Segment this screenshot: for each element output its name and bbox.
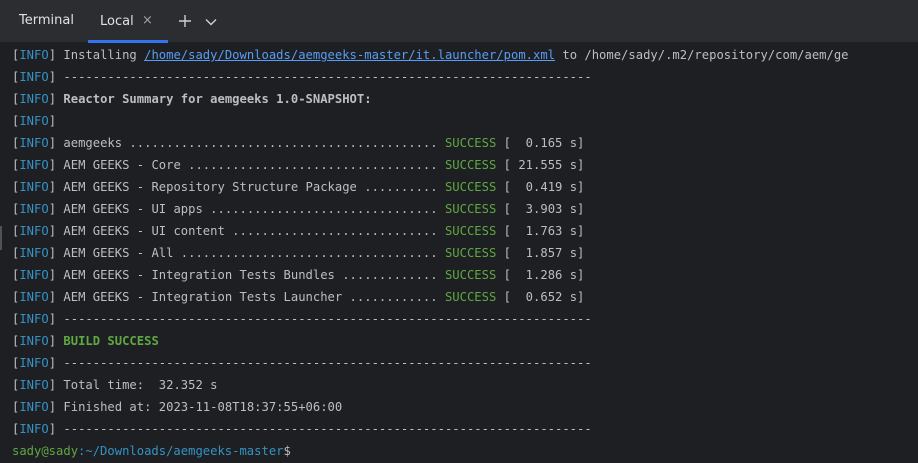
- info-tag: INFO: [19, 136, 49, 150]
- chevron-down-icon[interactable]: [201, 12, 221, 32]
- module-line: [INFO] AEM GEEKS - Repository Structure …: [12, 180, 585, 194]
- info-tag: INFO: [19, 290, 49, 304]
- module-time: [ 0.652 s]: [503, 290, 585, 304]
- module-line: [INFO] AEM GEEKS - Core ................…: [12, 158, 585, 172]
- info-tag: INFO: [19, 114, 49, 128]
- module-time: [ 3.903 s]: [503, 202, 585, 216]
- log-line-separator: [INFO] ---------------------------------…: [12, 312, 592, 326]
- module-name: aemgeeks ...............................…: [63, 136, 438, 150]
- module-name: AEM GEEKS - UI apps ....................…: [63, 202, 438, 216]
- info-tag: INFO: [19, 312, 49, 326]
- installing-destination: to /home/sady/.m2/repository/com/aem/ge: [555, 48, 849, 62]
- module-time: [ 0.165 s]: [503, 136, 585, 150]
- module-time: [ 21.555 s]: [503, 158, 585, 172]
- prompt-symbol: $: [283, 444, 291, 458]
- prompt-user-host: sady@sady: [12, 444, 79, 458]
- module-status: SUCCESS: [444, 202, 497, 216]
- module-status: SUCCESS: [444, 136, 497, 150]
- module-line: [INFO] AEM GEEKS - UI content ..........…: [12, 224, 585, 238]
- info-tag: INFO: [19, 268, 49, 282]
- module-time: [ 1.857 s]: [503, 246, 585, 260]
- info-tag: INFO: [19, 92, 49, 106]
- terminal-output[interactable]: [INFO] Installing /home/sady/Downloads/a…: [0, 44, 918, 463]
- separator-text: ----------------------------------------…: [63, 422, 592, 436]
- info-tag: INFO: [19, 158, 49, 172]
- close-icon[interactable]: ×: [142, 14, 153, 28]
- tool-window-header: Terminal Local ×: [0, 0, 918, 43]
- module-status: SUCCESS: [444, 246, 497, 260]
- module-name: AEM GEEKS - Integration Tests Launcher .…: [63, 290, 438, 304]
- info-tag: INFO: [19, 356, 49, 370]
- module-name: AEM GEEKS - Repository Structure Package…: [63, 180, 438, 194]
- installing-text: Installing: [63, 48, 145, 62]
- module-line: [INFO] AEM GEEKS - All .................…: [12, 246, 585, 260]
- module-time: [ 0.419 s]: [503, 180, 585, 194]
- module-line: [INFO] AEM GEEKS - Integration Tests Bun…: [12, 268, 585, 282]
- log-line-separator: [INFO] ---------------------------------…: [12, 422, 592, 436]
- module-time: [ 1.286 s]: [503, 268, 585, 282]
- log-line-build-result: [INFO] BUILD SUCCESS: [12, 334, 159, 348]
- module-status: SUCCESS: [444, 290, 497, 304]
- module-line: [INFO] aemgeeks ........................…: [12, 136, 585, 150]
- module-status: SUCCESS: [444, 224, 497, 238]
- log-line-installing: [INFO] Installing /home/sady/Downloads/a…: [12, 48, 849, 62]
- log-line-empty: [INFO]: [12, 114, 57, 128]
- reactor-summary-title: Reactor Summary for aemgeeks 1.0-SNAPSHO…: [63, 92, 372, 106]
- log-line-reactor-summary: [INFO] Reactor Summary for aemgeeks 1.0-…: [12, 92, 372, 106]
- log-line-total-time: [INFO] Total time: 32.352 s: [12, 378, 218, 392]
- finished-at: Finished at: 2023-11-08T18:37:55+06:00: [63, 400, 343, 414]
- build-result: BUILD SUCCESS: [63, 334, 159, 348]
- text-cursor: [291, 445, 298, 459]
- info-tag: INFO: [19, 202, 49, 216]
- tab-label: Local: [100, 14, 134, 29]
- module-status: SUCCESS: [444, 180, 497, 194]
- tool-window-title: Terminal: [19, 13, 74, 28]
- info-tag: INFO: [19, 246, 49, 260]
- log-line-separator: [INFO] ---------------------------------…: [12, 70, 592, 84]
- total-time: Total time: 32.352 s: [63, 378, 218, 392]
- module-status: SUCCESS: [444, 158, 497, 172]
- module-line: [INFO] AEM GEEKS - UI apps .............…: [12, 202, 585, 216]
- module-name: AEM GEEKS - Core .......................…: [63, 158, 438, 172]
- info-tag: INFO: [19, 224, 49, 238]
- log-line-finished-at: [INFO] Finished at: 2023-11-08T18:37:55+…: [12, 400, 343, 414]
- module-time: [ 1.763 s]: [503, 224, 585, 238]
- info-tag: INFO: [19, 400, 49, 414]
- plus-icon[interactable]: [175, 11, 195, 31]
- separator-text: ----------------------------------------…: [63, 70, 592, 84]
- tab-local[interactable]: Local ×: [88, 0, 168, 43]
- gutter-marker: [0, 226, 2, 250]
- separator-text: ----------------------------------------…: [63, 356, 592, 370]
- info-tag: INFO: [19, 378, 49, 392]
- active-tab-indicator: [88, 40, 168, 43]
- separator-text: ----------------------------------------…: [63, 312, 592, 326]
- log-line-separator: [INFO] ---------------------------------…: [12, 356, 592, 370]
- info-tag: INFO: [19, 70, 49, 84]
- module-name: AEM GEEKS - UI content .................…: [63, 224, 438, 238]
- pom-file-link[interactable]: /home/sady/Downloads/aemgeeks-master/it.…: [144, 48, 555, 62]
- shell-prompt[interactable]: sady@sady:~/Downloads/aemgeeks-master$: [12, 440, 298, 462]
- info-tag: INFO: [19, 48, 49, 62]
- module-status: SUCCESS: [444, 268, 497, 282]
- info-tag: INFO: [19, 422, 49, 436]
- module-line: [INFO] AEM GEEKS - Integration Tests Lau…: [12, 290, 585, 304]
- info-tag: INFO: [19, 180, 49, 194]
- module-name: AEM GEEKS - Integration Tests Bundles ..…: [63, 268, 438, 282]
- module-name: AEM GEEKS - All ........................…: [63, 246, 438, 260]
- prompt-path: :~/Downloads/aemgeeks-master: [78, 444, 284, 458]
- info-tag: INFO: [19, 334, 49, 348]
